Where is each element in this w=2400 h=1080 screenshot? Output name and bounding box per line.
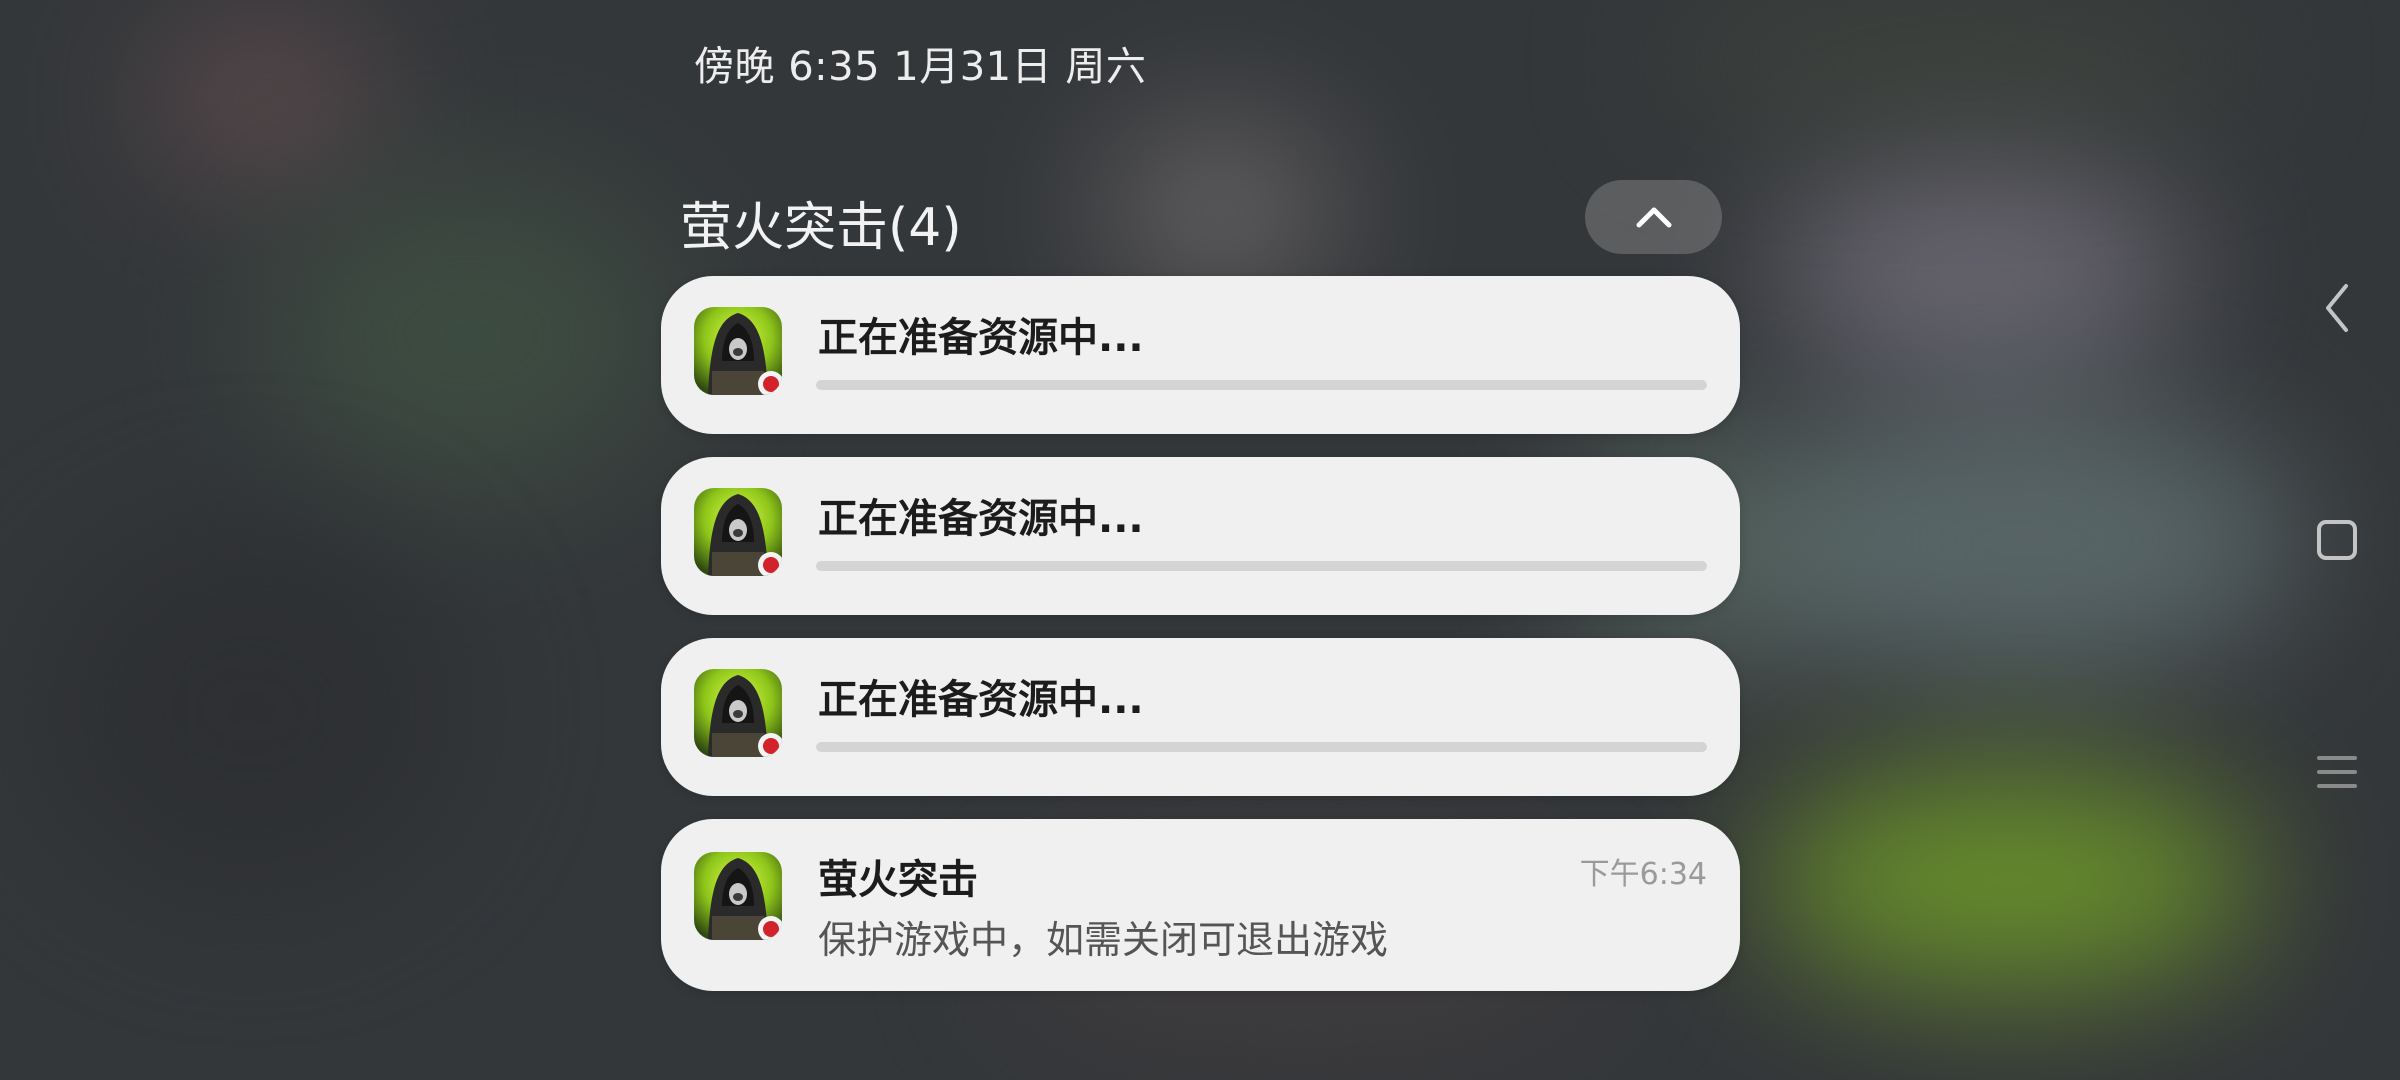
firefly-assault-app-icon <box>694 307 782 395</box>
notification-group-title: 萤火突击(4) <box>680 198 962 258</box>
notification-card[interactable]: 正在准备资源中... <box>661 638 1740 796</box>
back-chevron-icon <box>2326 284 2348 332</box>
status-time-date: 傍晚 6:35 1月31日 周六 <box>694 44 1147 90</box>
firefly-assault-app-icon <box>694 852 782 940</box>
netease-badge-icon <box>758 371 782 395</box>
chevron-up-icon <box>1636 207 1671 228</box>
back-button[interactable] <box>2312 280 2362 336</box>
notification-card[interactable]: 萤火突击 下午6:34 保护游戏中，如需关闭可退出游戏 <box>661 819 1740 991</box>
notification-title: 正在准备资源中... <box>818 677 1144 723</box>
notification-title: 正在准备资源中... <box>818 496 1144 542</box>
home-square-icon <box>2317 520 2357 560</box>
notification-title: 正在准备资源中... <box>818 315 1144 361</box>
collapse-group-button[interactable] <box>1585 180 1722 254</box>
notification-card[interactable]: 正在准备资源中... <box>661 457 1740 615</box>
netease-badge-icon <box>758 916 782 940</box>
netease-badge-icon <box>758 733 782 757</box>
firefly-assault-app-icon <box>694 669 782 757</box>
netease-badge-icon <box>758 552 782 576</box>
notification-card[interactable]: 正在准备资源中... <box>661 276 1740 434</box>
notification-time: 下午6:34 <box>1579 857 1707 892</box>
progress-bar <box>816 561 1707 571</box>
firefly-assault-app-icon <box>694 488 782 576</box>
notification-body: 保护游戏中，如需关闭可退出游戏 <box>818 918 1389 962</box>
home-button[interactable] <box>2312 515 2362 565</box>
progress-bar <box>816 380 1707 390</box>
menu-lines-icon <box>2317 756 2357 788</box>
notification-title: 萤火突击 <box>818 857 978 903</box>
recents-menu-button[interactable] <box>2312 747 2362 797</box>
progress-bar <box>816 742 1707 752</box>
